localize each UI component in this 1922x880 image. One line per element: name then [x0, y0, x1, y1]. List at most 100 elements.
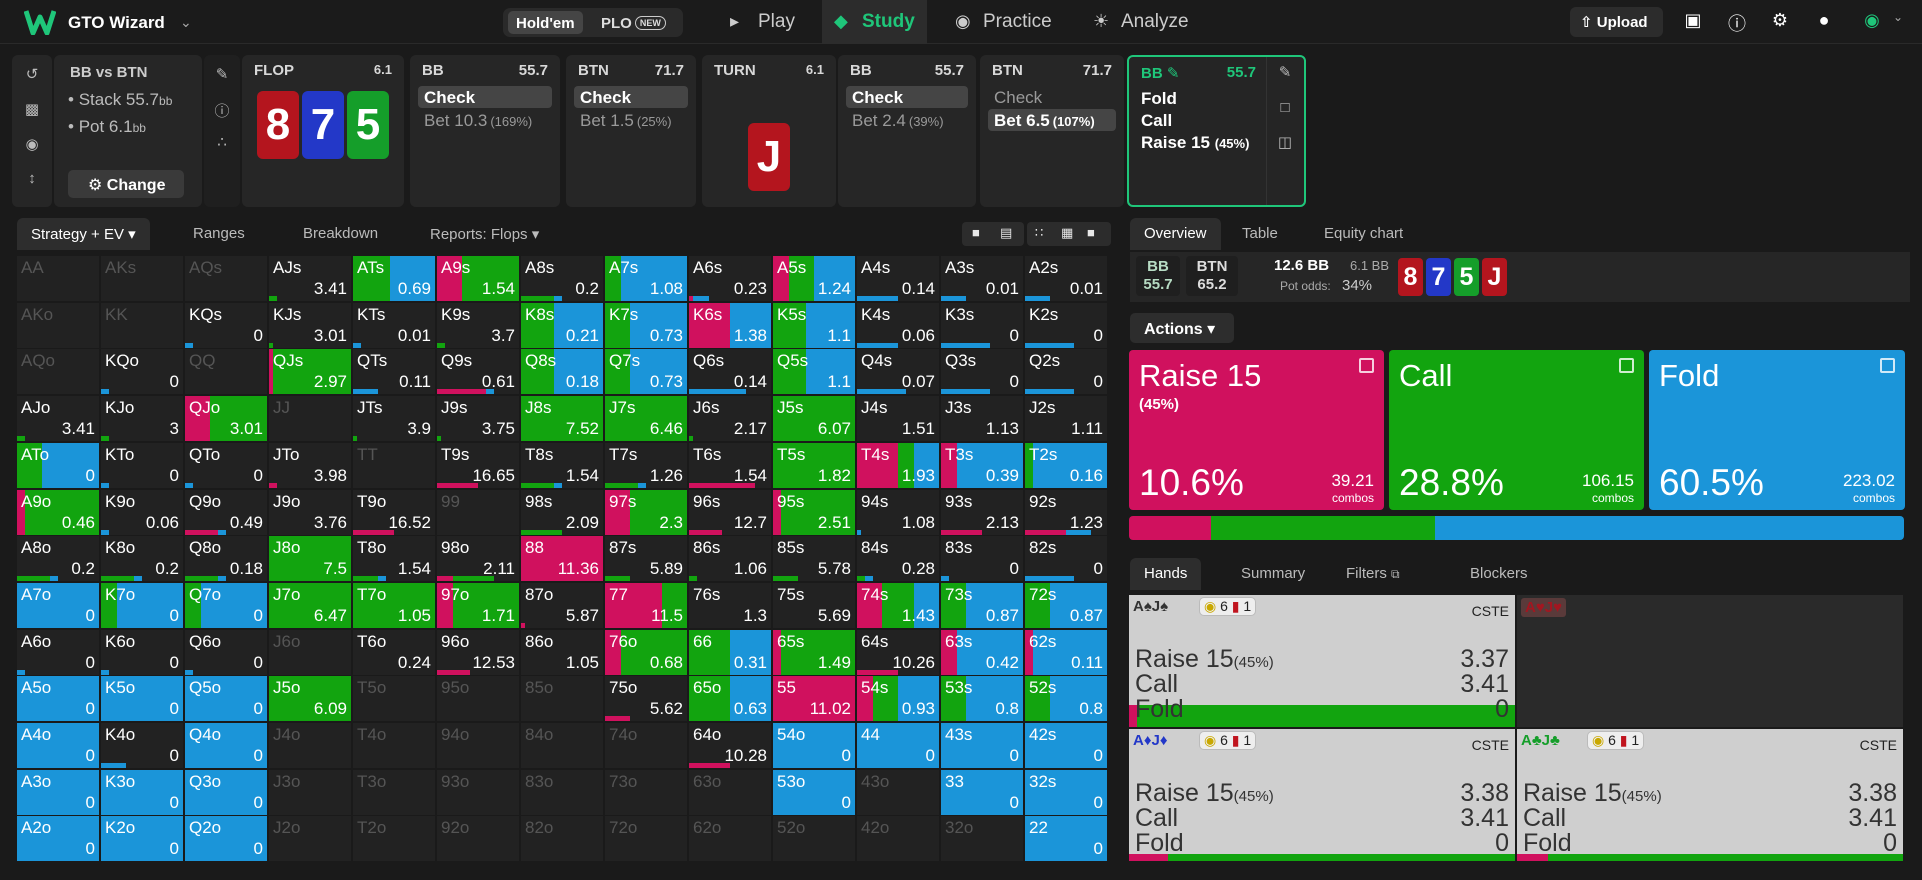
hand-cell[interactable]: A8o 0.2 [17, 536, 99, 582]
hand-cell[interactable]: J9o 3.76 [269, 489, 351, 535]
action-card-0[interactable]: Raise 15 (45%) 10.6% 39.21 combos [1129, 350, 1384, 510]
hand-cell[interactable]: T9o 16.52 [353, 489, 435, 535]
hand-cell[interactable]: KJs 3.01 [269, 302, 351, 348]
hand-cell[interactable]: 99 [437, 489, 519, 535]
hand-cell[interactable]: 65s 1.49 [773, 629, 855, 675]
hand-cell[interactable]: T7s 1.26 [605, 442, 687, 488]
hand-cell[interactable]: KK [101, 302, 183, 348]
hand-cell[interactable]: 77 11.5 [605, 582, 687, 628]
hand-cell[interactable]: ATo 0 [17, 442, 99, 488]
hand-cell[interactable]: K4o 0 [101, 723, 183, 768]
spot-node-0[interactable]: BB 55.7 Check Bet 10.3 (169%) [410, 55, 560, 207]
compare-icon[interactable]: ◫ [1276, 133, 1294, 151]
hand-cell[interactable]: 66 0.31 [689, 629, 771, 675]
hand-cell[interactable]: 83s 0 [941, 536, 1023, 582]
spot-action[interactable]: Bet 2.4 (39%) [846, 109, 950, 131]
hand-cell[interactable]: 87o 5.87 [521, 582, 603, 628]
hand-cell[interactable]: T3o [353, 769, 435, 815]
hand-cell[interactable]: 93o [437, 769, 519, 815]
hand-cell[interactable]: 74s 1.43 [857, 582, 939, 628]
hand-cell[interactable]: J6o [269, 629, 351, 675]
hand-cell[interactable]: J4o [269, 723, 351, 768]
hand-cell[interactable]: J2o [269, 816, 351, 862]
hand-cell[interactable]: KJo 3 [101, 396, 183, 442]
info-icon[interactable]: ⓘ [213, 100, 231, 120]
hand-cell[interactable]: 33 0 [941, 769, 1023, 815]
grid-icon[interactable]: ▦ [1061, 225, 1073, 241]
hand-cell[interactable]: A5s 1.24 [773, 256, 855, 301]
hand-cell[interactable]: J3s 1.13 [941, 396, 1023, 442]
tab-blockers[interactable]: Blockers [1456, 558, 1542, 590]
wizard-coin-icon[interactable]: ◉ [1860, 10, 1884, 34]
hand-cell[interactable]: J5o 6.09 [269, 676, 351, 722]
hand-cell[interactable]: A4o 0 [17, 723, 99, 768]
pencil-icon[interactable]: ✎ [213, 65, 231, 83]
hand-cell[interactable]: KQo 0 [101, 349, 183, 395]
hand-cell[interactable]: A2s 0.01 [1025, 256, 1107, 301]
hand-cell[interactable]: 42s 0 [1025, 723, 1107, 768]
help-icon[interactable]: ⓘ [1725, 10, 1749, 34]
hand-cell[interactable]: J2s 1.11 [1025, 396, 1107, 442]
hand-cell[interactable]: AQs [185, 256, 267, 301]
hand-cell[interactable]: Q6s 0.14 [689, 349, 771, 395]
hand-cell[interactable]: 87s 5.89 [605, 536, 687, 582]
hand-cell[interactable]: 63o [689, 769, 771, 815]
hand-cell[interactable]: A9o 0.46 [17, 489, 99, 535]
hand-cell[interactable]: 84o [521, 723, 603, 768]
hand-cell[interactable]: 64o 10.28 [689, 723, 771, 768]
hand-cell[interactable]: Q2o 0 [185, 816, 267, 862]
hand-cell[interactable]: 73s 0.87 [941, 582, 1023, 628]
hand-cell[interactable]: 65o 0.63 [689, 676, 771, 722]
hand-cell[interactable]: 98s 2.09 [521, 489, 603, 535]
hand-cell[interactable]: 64s 10.26 [857, 629, 939, 675]
hand-cell[interactable]: JJ [269, 396, 351, 442]
hand-cell[interactable]: 43s 0 [941, 723, 1023, 768]
hand-cell[interactable]: 63s 0.42 [941, 629, 1023, 675]
hand-cell[interactable]: K5s 1.1 [773, 302, 855, 348]
hand-combo-card[interactable]: A♥J♥ [1517, 595, 1903, 727]
current-call[interactable]: Call [1141, 111, 1172, 131]
hand-cell[interactable]: QJs 2.97 [269, 349, 351, 395]
hand-cell[interactable]: 76s 1.3 [689, 582, 771, 628]
spot-action[interactable]: Check [988, 86, 1051, 108]
hand-cell[interactable]: 43o [857, 769, 939, 815]
hand-cell[interactable]: KTo 0 [101, 442, 183, 488]
spot-action[interactable]: Bet 6.5 (107%) [988, 109, 1116, 131]
spot-action[interactable]: Check [846, 86, 968, 108]
hand-cell[interactable]: K3s 0 [941, 302, 1023, 348]
hand-cell[interactable]: AJs 3.41 [269, 256, 351, 301]
hand-cell[interactable]: 86o 1.05 [521, 629, 603, 675]
hand-cell[interactable]: J9s 3.75 [437, 396, 519, 442]
current-fold[interactable]: Fold [1141, 89, 1177, 109]
hand-cell[interactable]: 82s 0 [1025, 536, 1107, 582]
chevron-down-icon[interactable]: ⌄ [180, 14, 192, 31]
hand-cell[interactable]: AJo 3.41 [17, 396, 99, 442]
hand-cell[interactable]: K6s 1.38 [689, 302, 771, 348]
hand-cell[interactable]: Q6o 0 [185, 629, 267, 675]
app-name[interactable]: GTO Wizard [68, 13, 165, 33]
hand-cell[interactable]: AKo [17, 302, 99, 348]
current-raise[interactable]: Raise 15 (45%) [1141, 133, 1249, 153]
cube-icon[interactable]: ■ [972, 225, 980, 240]
report-icon[interactable] [1359, 358, 1374, 373]
hand-cell[interactable]: A2o 0 [17, 816, 99, 862]
hand-cell[interactable]: QTs 0.11 [353, 349, 435, 395]
hand-cell[interactable]: ATs 0.69 [353, 256, 435, 301]
report-icon[interactable] [1619, 358, 1634, 373]
hand-combo-card[interactable]: A♦J♦ ◉ 6 ▮ 1 CSTE Raise 15(45%) 3.38 Cal… [1129, 729, 1515, 861]
hand-cell[interactable]: K4s 0.06 [857, 302, 939, 348]
hand-cell[interactable]: 55 11.02 [773, 676, 855, 722]
change-button[interactable]: ⚙ Change [68, 170, 184, 198]
nav-study[interactable]: ◆ Study [822, 0, 927, 44]
hand-cell[interactable]: T4s 1.93 [857, 442, 939, 488]
hand-cell[interactable]: 85s 5.78 [773, 536, 855, 582]
plo-toggle[interactable]: PLO NEW [593, 11, 674, 34]
hand-cell[interactable]: 88 11.36 [521, 536, 603, 582]
hand-cell[interactable]: K8o 0.2 [101, 536, 183, 582]
hand-cell[interactable]: Q5o 0 [185, 676, 267, 722]
hand-cell[interactable]: K2s 0 [1025, 302, 1107, 348]
hand-cell[interactable]: KTs 0.01 [353, 302, 435, 348]
scan-icon[interactable]: ▣ [1681, 10, 1705, 34]
chevron-down-icon[interactable]: ⌄ [1886, 10, 1910, 34]
tab-strategy-ev[interactable]: Strategy + EV ▾ [17, 218, 150, 250]
